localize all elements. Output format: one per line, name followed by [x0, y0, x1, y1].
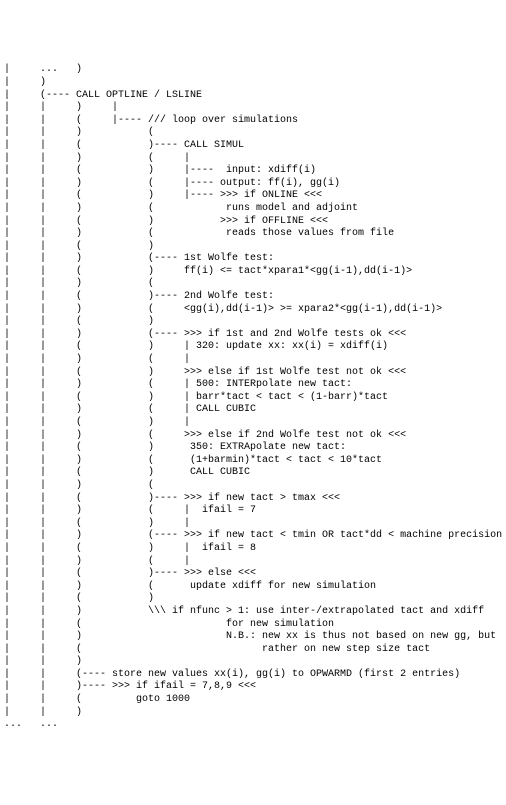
code-flow-diagram: | ... ) | ) | (---- CALL OPTLINE / LSLIN…: [4, 64, 506, 731]
